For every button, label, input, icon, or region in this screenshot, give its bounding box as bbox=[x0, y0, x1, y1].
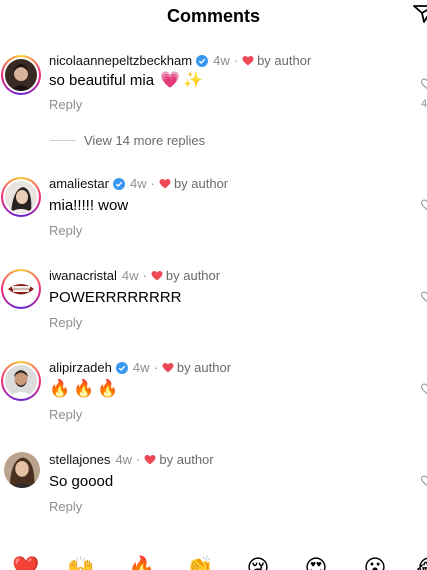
separator-dot: · bbox=[150, 176, 155, 191]
heart-icon bbox=[144, 454, 156, 466]
comment-like-button[interactable] bbox=[419, 278, 427, 308]
crying-face-emoji-button[interactable]: 😢 bbox=[245, 555, 271, 570]
heart-eyes-emoji-button[interactable]: 😍 bbox=[303, 555, 329, 570]
comment-text: so beautiful mia 💗 ✨ bbox=[49, 70, 203, 90]
pink-heart-emoji: 💗 bbox=[160, 72, 180, 89]
comment-text-content: POWERRRRRRRR bbox=[49, 289, 182, 306]
comment-username[interactable]: nicolaannepeltzbeckham bbox=[49, 53, 192, 68]
avatar-photo bbox=[5, 59, 37, 91]
comment-item: alipirzadeh 4w · by author 🔥 🔥 🔥 Reply bbox=[0, 360, 427, 430]
heart-icon bbox=[159, 178, 171, 190]
avatar-photo bbox=[5, 181, 37, 213]
comment-item: stellajones 4w · by author So goood Repl… bbox=[0, 452, 427, 522]
red-heart-emoji-button[interactable]: ❤️ bbox=[12, 555, 39, 570]
view-more-replies[interactable]: View 14 more replies bbox=[50, 133, 205, 148]
avatar-photo bbox=[4, 452, 40, 488]
comment-item: amaliestar 4w · by author mia!!!!! wow R… bbox=[0, 176, 427, 246]
liked-by-author-label: by author bbox=[257, 53, 312, 68]
comment-like-button[interactable] bbox=[419, 370, 427, 400]
comment-username[interactable]: amaliestar bbox=[49, 176, 109, 191]
avatar-photo bbox=[5, 365, 37, 397]
comment-like-button[interactable] bbox=[419, 65, 427, 95]
heart-icon bbox=[151, 270, 163, 282]
comment-age: 4w bbox=[213, 53, 230, 68]
comment-text: mia!!!!! wow bbox=[49, 197, 128, 214]
verified-badge-icon bbox=[112, 177, 125, 190]
comment-age: 4w bbox=[115, 452, 133, 467]
heart-outline-icon bbox=[421, 382, 427, 394]
divider bbox=[50, 140, 76, 141]
like-count: 4 bbox=[421, 98, 427, 110]
comment-like-button[interactable] bbox=[419, 462, 427, 492]
heart-outline-icon bbox=[421, 77, 427, 89]
separator-dot: · bbox=[142, 268, 147, 283]
comment-username[interactable]: stellajones bbox=[49, 452, 110, 467]
laughing-face-emoji-button[interactable]: 😂 bbox=[416, 555, 427, 570]
comment-text: So goood bbox=[49, 473, 113, 490]
avatar[interactable] bbox=[1, 177, 41, 217]
clapping-hands-emoji-button[interactable]: 👏 bbox=[186, 555, 213, 570]
fire-emoji: 🔥 bbox=[73, 379, 95, 398]
comment-text: POWERRRRRRRR bbox=[49, 289, 182, 306]
raising-hands-emoji-button[interactable]: 🙌 bbox=[67, 555, 94, 570]
liked-by-author-label: by author bbox=[173, 176, 229, 191]
view-more-replies-label[interactable]: View 14 more replies bbox=[84, 133, 205, 148]
comment-item: iwanacristal 4w · by author POWERRRRRRRR… bbox=[0, 268, 427, 338]
separator-dot: · bbox=[153, 360, 158, 375]
avatar[interactable] bbox=[1, 361, 41, 401]
comment-age: 4w bbox=[129, 176, 147, 191]
comments-header: Comments bbox=[0, 0, 427, 34]
reply-button[interactable]: Reply bbox=[49, 315, 82, 330]
comment-age: 4w bbox=[132, 360, 150, 375]
heart-outline-icon bbox=[421, 290, 427, 302]
reply-button[interactable]: Reply bbox=[49, 499, 82, 514]
liked-by-author-label: by author bbox=[176, 360, 232, 375]
astonished-face-emoji-button[interactable]: 😮 bbox=[362, 555, 388, 570]
fire-emoji: 🔥 bbox=[49, 379, 71, 398]
comment-item: nicolaannepeltzbeckham 4w · by author so… bbox=[0, 53, 427, 133]
separator-dot: · bbox=[233, 53, 239, 68]
separator-dot: · bbox=[136, 452, 141, 467]
heart-icon bbox=[162, 362, 174, 374]
reply-button[interactable]: Reply bbox=[49, 97, 82, 112]
fire-emoji-button[interactable]: 🔥 bbox=[128, 555, 155, 570]
comment-text-content: So goood bbox=[49, 473, 114, 490]
verified-badge-icon bbox=[115, 361, 128, 374]
comment-like-button[interactable] bbox=[419, 186, 427, 216]
heart-icon bbox=[242, 55, 254, 67]
liked-by-author-label: by author bbox=[165, 268, 221, 283]
fire-emoji: 🔥 bbox=[97, 379, 119, 398]
comment-age: 4w bbox=[121, 268, 139, 283]
comment-text-content: so beautiful mia bbox=[49, 71, 155, 89]
comment-text: 🔥 🔥 🔥 bbox=[49, 379, 119, 399]
avatar[interactable] bbox=[1, 55, 41, 95]
avatar[interactable] bbox=[4, 452, 40, 488]
reply-button[interactable]: Reply bbox=[49, 223, 82, 238]
comment-username[interactable]: alipirzadeh bbox=[49, 360, 112, 375]
reply-button[interactable]: Reply bbox=[49, 407, 82, 422]
paper-plane-icon[interactable] bbox=[413, 4, 427, 24]
verified-badge-icon bbox=[196, 54, 209, 67]
liked-by-author-label: by author bbox=[159, 452, 214, 467]
avatar-photo bbox=[5, 273, 37, 305]
heart-outline-icon bbox=[421, 474, 427, 486]
emoji-reaction-bar: ❤️ 🙌 🔥 👏 😢 😍 😮 😂 bbox=[0, 555, 427, 570]
heart-outline-icon bbox=[421, 198, 427, 210]
comment-text-content: mia!!!!! wow bbox=[49, 197, 129, 214]
avatar[interactable] bbox=[1, 269, 41, 309]
sparkles-emoji: ✨ bbox=[182, 72, 203, 89]
comment-username[interactable]: iwanacristal bbox=[49, 268, 117, 283]
page-title: Comments bbox=[166, 6, 260, 26]
